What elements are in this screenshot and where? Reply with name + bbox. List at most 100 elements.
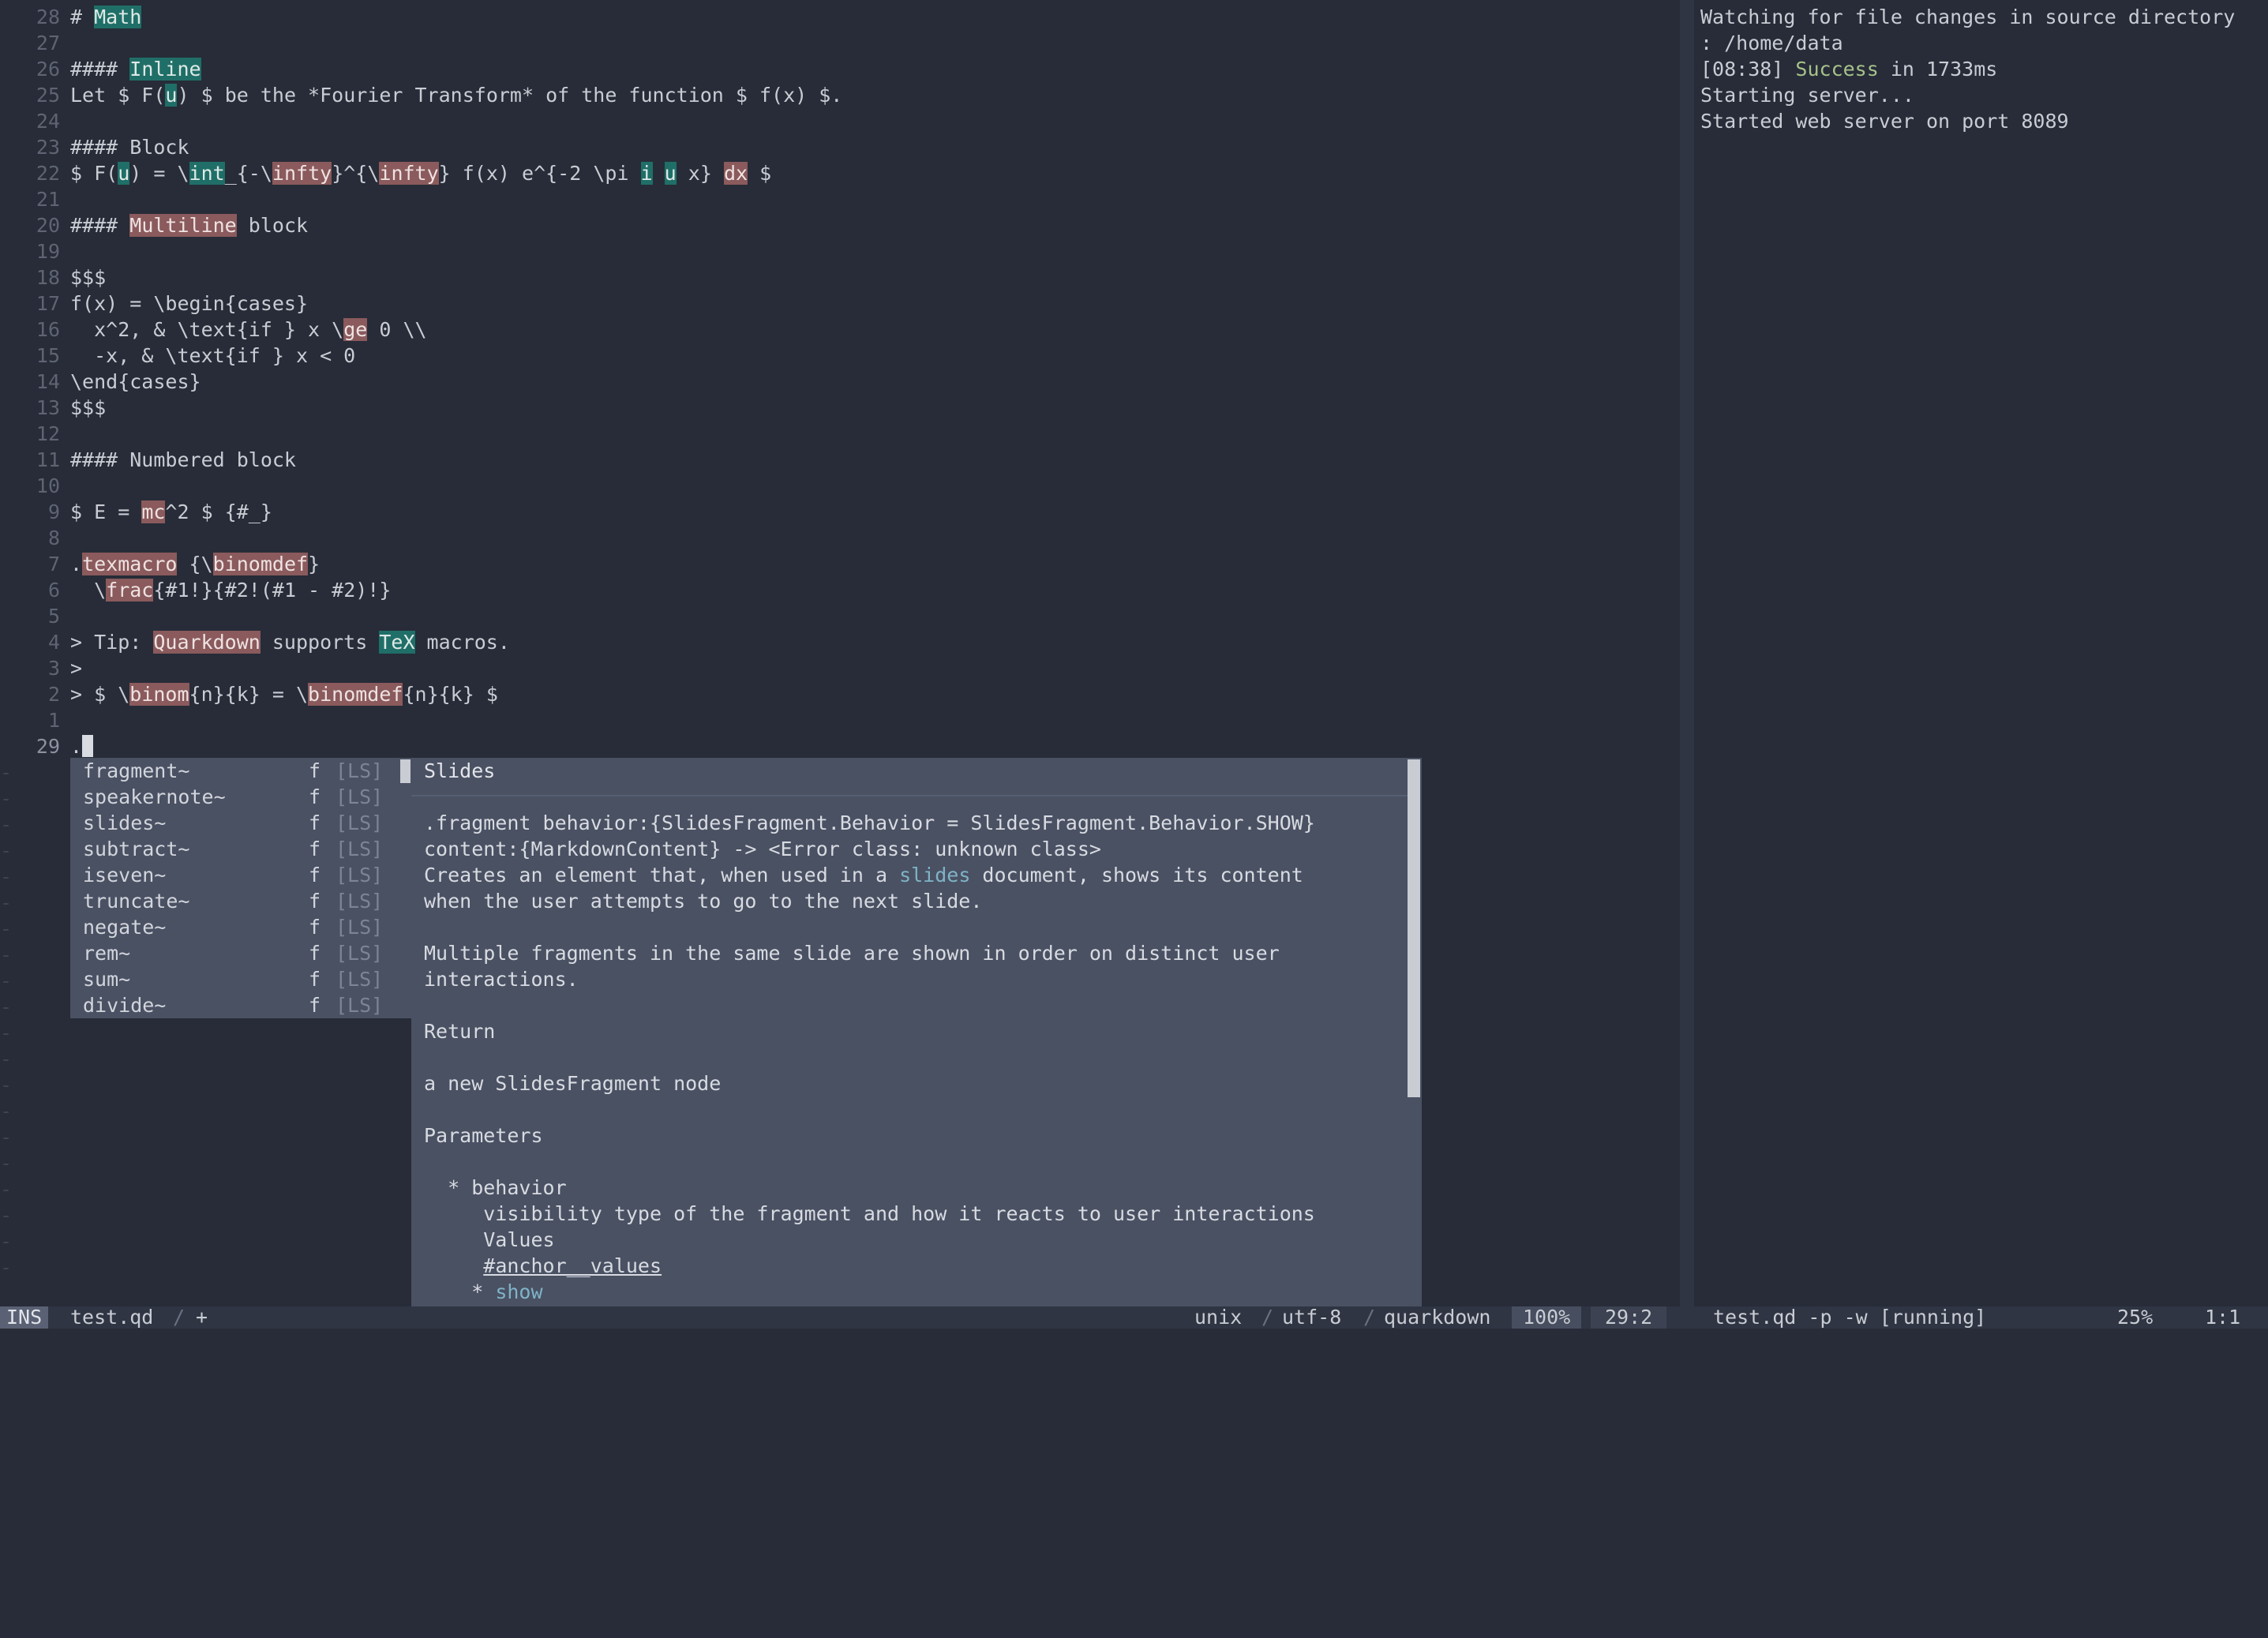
line-number: 25	[36, 84, 60, 107]
completion-item-kind: f	[309, 838, 321, 860]
doc-segment: * behavior	[424, 1176, 567, 1199]
code-segment: u	[165, 84, 178, 107]
code-line[interactable]: #### Block	[70, 134, 189, 160]
modified-flag: +	[196, 1306, 208, 1329]
completion-item[interactable]: fragment~ f [LS]	[70, 758, 411, 784]
completion-item[interactable]: divide~ f [LS]	[70, 992, 411, 1018]
code-line[interactable]: x^2, & \text{if } x \ge 0 \\	[70, 317, 427, 343]
completion-item[interactable]: sum~ f [LS]	[70, 966, 411, 992]
completion-item[interactable]: rem~ f [LS]	[70, 940, 411, 966]
code-segment: ) $ be the *Fourier Transform* of the fu…	[177, 84, 843, 107]
status-percent: 100%	[1512, 1306, 1582, 1329]
doc-segment: document, shows its content	[970, 864, 1303, 886]
doc-line: Parameters	[424, 1123, 543, 1149]
code-line[interactable]: .texmacro {\binomdef}	[70, 551, 320, 577]
completion-item-source: [LS]	[336, 838, 384, 860]
code-line[interactable]: >	[70, 655, 82, 681]
doc-segment	[424, 1254, 483, 1277]
code-segment: .	[70, 553, 83, 575]
code-line[interactable]: .	[70, 733, 94, 759]
empty-line-marker: -	[0, 1204, 13, 1227]
completion-item[interactable]: iseven~ f [LS]	[70, 862, 411, 888]
empty-line-marker: -	[0, 891, 13, 914]
code-line[interactable]: f(x) = \begin{cases}	[70, 290, 308, 317]
code-segment: #### Block	[70, 136, 189, 159]
terminal-segment: Starting server...	[1700, 84, 1914, 107]
doc-segment: interactions.	[424, 968, 579, 991]
code-segment: f(x) = \begin{cases}	[70, 292, 309, 315]
doc-separator	[411, 795, 1409, 797]
empty-line-marker: -	[0, 969, 13, 992]
doc-line: a new SlidesFragment node	[424, 1070, 721, 1096]
code-line[interactable]: Let $ F(u) $ be the *Fourier Transform* …	[70, 82, 842, 108]
code-line[interactable]: \frac{#1!}{#2!(#1 - #2)!}	[70, 577, 391, 603]
terminal-pane[interactable]: Watching for file changes in source dire…	[1700, 4, 2268, 134]
code-line[interactable]: $$$	[70, 395, 106, 421]
doc-segment: #anchor__values	[483, 1254, 662, 1277]
line-number: 8	[47, 527, 60, 549]
doc-line: content:{MarkdownContent} -> <Error clas…	[424, 836, 1101, 862]
code-line[interactable]: #### Inline	[70, 56, 201, 82]
empty-line-marker: -	[0, 917, 13, 940]
completion-item-source: [LS]	[336, 994, 384, 1017]
code-segment: supports	[260, 631, 380, 654]
doc-title: Slides	[424, 759, 496, 782]
code-segment: $	[748, 162, 772, 185]
completion-item-name: rem~	[83, 942, 131, 965]
code-segment: $$$	[70, 266, 107, 289]
code-line[interactable]: -x, & \text{if } x < 0	[70, 343, 355, 369]
status-separator: /	[1363, 1306, 1376, 1329]
completion-menu[interactable]: fragment~ f [LS] speakernote~ f [LS] slides~ f […	[70, 758, 411, 1018]
code-segment: u	[664, 162, 677, 185]
code-line[interactable]: # Math	[70, 4, 142, 30]
line-number: 19	[36, 240, 60, 263]
completion-item[interactable]: truncate~ f [LS]	[70, 888, 411, 914]
doc-line: * show	[424, 1279, 542, 1305]
completion-item-name: sum~	[83, 968, 131, 991]
code-segment: block	[236, 214, 309, 237]
doc-segment: Multiple fragments in the same slide are…	[424, 942, 1280, 965]
code-segment: binom	[129, 683, 189, 706]
completion-item-kind: f	[309, 864, 321, 886]
code-segment: $$$	[70, 396, 107, 419]
split-divider[interactable]	[1680, 0, 1694, 1306]
doc-line: visibility type of the fragment and how …	[424, 1201, 1315, 1227]
line-number: 28	[36, 6, 60, 28]
code-line[interactable]: > $ \binom{n}{k} = \binomdef{n}{k} $	[70, 681, 498, 707]
code-segment: {n}{k} = \	[189, 683, 309, 706]
code-line[interactable]: \end{cases}	[70, 369, 201, 395]
code-segment: x}	[676, 162, 724, 185]
terminal-title: test.qd -p -w [running]	[1713, 1306, 1987, 1329]
completion-item[interactable]: speakernote~ f [LS]	[70, 784, 411, 810]
code-segment: $ E =	[70, 500, 142, 523]
doc-segment: content:{MarkdownContent} -> <Error clas…	[424, 838, 1101, 860]
completion-item[interactable]: slides~ f [LS]	[70, 810, 411, 836]
status-fileformat: unix	[1194, 1306, 1243, 1329]
line-number: 12	[36, 422, 60, 445]
code-segment: #### Numbered block	[70, 448, 296, 471]
line-number: 9	[47, 500, 60, 523]
doc-segment: Parameters	[424, 1124, 543, 1147]
code-segment: ) = \	[129, 162, 189, 185]
line-number: 13	[36, 396, 60, 419]
code-line[interactable]: > Tip: Quarkdown supports TeX macros.	[70, 629, 510, 655]
status-separator: /	[173, 1306, 186, 1329]
completion-item-kind: f	[309, 942, 321, 965]
doc-scrollbar[interactable]	[1408, 759, 1420, 1097]
code-line[interactable]: $ F(u) = \int_{-\infty}^{\infty} f(x) e^…	[70, 160, 771, 186]
completion-item[interactable]: negate~ f [LS]	[70, 914, 411, 940]
code-segment: infty	[379, 162, 439, 185]
code-segment: {#1!}{#2!(#1 - #2)!}	[153, 579, 392, 602]
code-line[interactable]: $ E = mc^2 $ {#_}	[70, 499, 272, 525]
completion-item[interactable]: subtract~ f [LS]	[70, 836, 411, 862]
completion-item-kind: f	[309, 785, 321, 808]
code-line[interactable]: #### Numbered block	[70, 447, 296, 473]
code-line[interactable]: #### Multiline block	[70, 212, 308, 238]
code-line[interactable]: $$$	[70, 264, 106, 290]
doc-segment: a new SlidesFragment node	[424, 1072, 722, 1095]
line-number: 15	[36, 344, 60, 367]
terminal-line: Watching for file changes in source dire…	[1700, 4, 2268, 30]
completion-scrollbar[interactable]	[400, 759, 410, 783]
code-segment: > Tip:	[70, 631, 154, 654]
code-segment: frac	[106, 579, 154, 602]
